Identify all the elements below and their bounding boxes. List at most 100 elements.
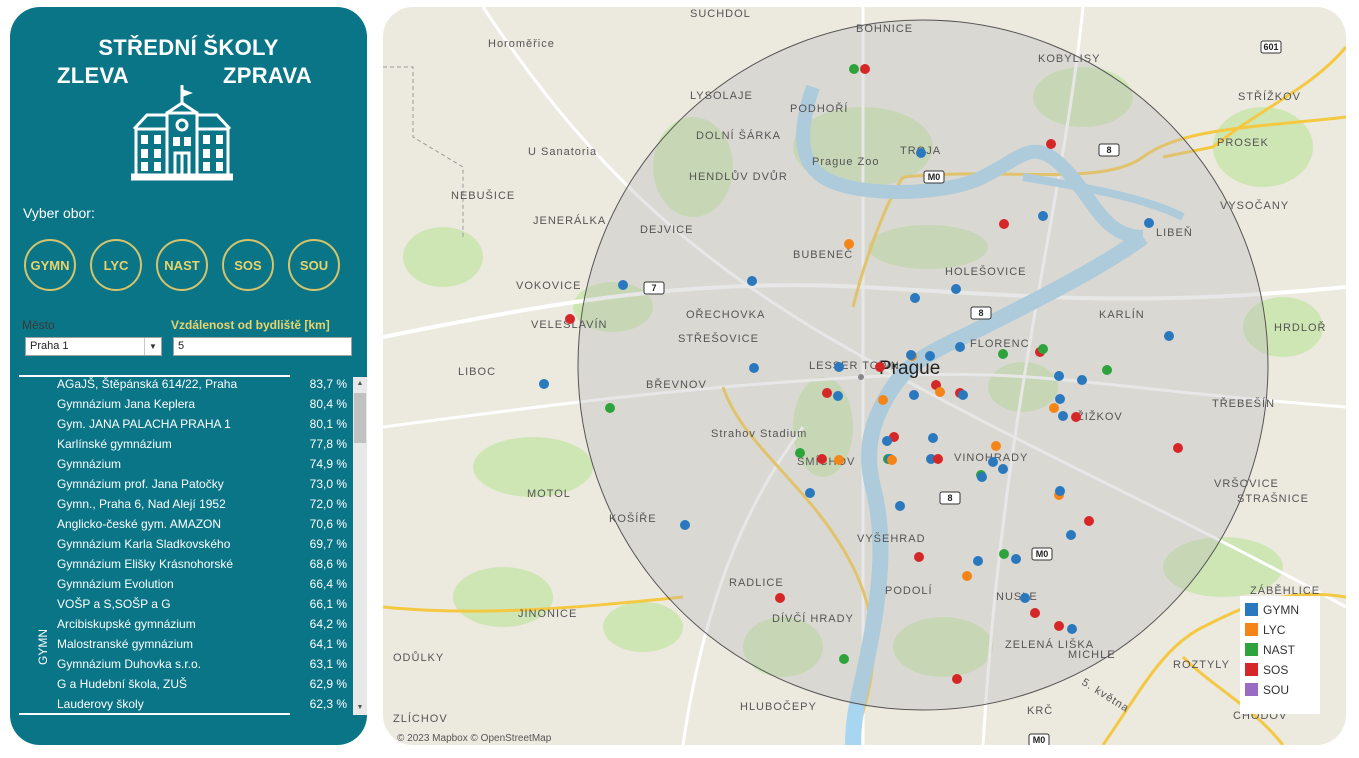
school-point-gymn[interactable] xyxy=(834,362,844,372)
school-point-gymn[interactable] xyxy=(1038,211,1048,221)
school-point-gymn[interactable] xyxy=(1164,331,1174,341)
school-point-gymn[interactable] xyxy=(1054,371,1064,381)
school-point-lyc[interactable] xyxy=(834,455,844,465)
school-point-gymn[interactable] xyxy=(749,363,759,373)
school-point-gymn[interactable] xyxy=(998,464,1008,474)
school-point-gymn[interactable] xyxy=(906,350,916,360)
map-attribution[interactable]: © 2023 Mapbox © OpenStreetMap xyxy=(397,733,551,744)
school-point-sos[interactable] xyxy=(860,64,870,74)
school-point-lyc[interactable] xyxy=(935,387,945,397)
school-point-gymn[interactable] xyxy=(1067,624,1077,634)
school-point-sos[interactable] xyxy=(1071,412,1081,422)
school-row[interactable]: Anglicko-české gym. AMAZON 70,6 % xyxy=(57,515,347,535)
school-point-sos[interactable] xyxy=(952,674,962,684)
filter-button-nast[interactable]: NAST xyxy=(156,239,208,291)
school-point-gymn[interactable] xyxy=(1011,554,1021,564)
scroll-up-icon[interactable]: ▲ xyxy=(353,377,367,391)
school-point-lyc[interactable] xyxy=(887,455,897,465)
school-point-gymn[interactable] xyxy=(618,280,628,290)
school-row[interactable]: Arcibiskupské gymnázium 64,2 % xyxy=(57,615,347,635)
scroll-down-icon[interactable]: ▼ xyxy=(353,701,367,715)
school-point-lyc[interactable] xyxy=(878,395,888,405)
school-point-sos[interactable] xyxy=(1054,621,1064,631)
filter-button-lyc[interactable]: LYC xyxy=(90,239,142,291)
school-point-sos[interactable] xyxy=(914,552,924,562)
school-row[interactable]: Malostranské gymnázium 64,1 % xyxy=(57,635,347,655)
school-point-nast[interactable] xyxy=(1038,344,1048,354)
school-row[interactable]: Karlínské gymnázium 77,8 % xyxy=(57,435,347,455)
school-point-sos[interactable] xyxy=(817,454,827,464)
school-point-sos[interactable] xyxy=(1173,443,1183,453)
school-point-nast[interactable] xyxy=(1102,365,1112,375)
school-point-gymn[interactable] xyxy=(955,342,965,352)
school-row[interactable]: Gymnázium Evolution 66,4 % xyxy=(57,575,347,595)
school-point-gymn[interactable] xyxy=(925,351,935,361)
school-point-gymn[interactable] xyxy=(539,379,549,389)
school-point-gymn[interactable] xyxy=(1055,486,1065,496)
list-scrollbar[interactable]: ▲ ▼ xyxy=(353,377,367,715)
school-point-gymn[interactable] xyxy=(895,501,905,511)
school-row[interactable]: Gymnázium prof. Jana Patočky 73,0 % xyxy=(57,475,347,495)
school-row[interactable]: Gymnázium Duhovka s.r.o. 63,1 % xyxy=(57,655,347,675)
school-point-gymn[interactable] xyxy=(1077,375,1087,385)
school-point-sos[interactable] xyxy=(775,593,785,603)
school-point-sos[interactable] xyxy=(1030,608,1040,618)
school-point-lyc[interactable] xyxy=(962,571,972,581)
school-point-lyc[interactable] xyxy=(844,239,854,249)
school-point-gymn[interactable] xyxy=(680,520,690,530)
school-point-sos[interactable] xyxy=(1046,139,1056,149)
school-point-sos[interactable] xyxy=(875,362,885,372)
school-point-gymn[interactable] xyxy=(1055,394,1065,404)
school-point-lyc[interactable] xyxy=(1049,403,1059,413)
school-point-gymn[interactable] xyxy=(909,390,919,400)
school-point-gymn[interactable] xyxy=(747,276,757,286)
school-point-gymn[interactable] xyxy=(910,293,920,303)
filter-button-sos[interactable]: SOS xyxy=(222,239,274,291)
school-point-nast[interactable] xyxy=(839,654,849,664)
school-row[interactable]: Gym. JANA PALACHA PRAHA 1 80,1 % xyxy=(57,415,347,435)
school-point-nast[interactable] xyxy=(999,549,1009,559)
school-point-nast[interactable] xyxy=(605,403,615,413)
school-row[interactable]: Gymnázium 74,9 % xyxy=(57,455,347,475)
school-point-gymn[interactable] xyxy=(973,556,983,566)
vzdalenost-input[interactable]: 5 xyxy=(173,337,352,356)
map-canvas[interactable]: SUCHDOL BOHNICE Horoměřice KOBYLISY LYSOLAJE… xyxy=(383,7,1346,745)
school-point-nast[interactable] xyxy=(795,448,805,458)
mesto-select[interactable]: Praha 1 ▼ xyxy=(25,337,162,356)
school-point-gymn[interactable] xyxy=(1144,218,1154,228)
school-row[interactable]: Gymnázium Elišky Krásnohorské 68,6 % xyxy=(57,555,347,575)
school-row[interactable]: Gymnázium Karla Sladkovského 69,7 % xyxy=(57,535,347,555)
scroll-thumb[interactable] xyxy=(354,393,366,443)
school-point-sos[interactable] xyxy=(1084,516,1094,526)
chevron-down-icon[interactable]: ▼ xyxy=(144,338,161,355)
school-percentage: 64,2 % xyxy=(309,617,347,631)
school-point-sos[interactable] xyxy=(565,314,575,324)
school-row[interactable]: Gymnázium Jana Keplera 80,4 % xyxy=(57,395,347,415)
school-point-gymn[interactable] xyxy=(882,436,892,446)
school-point-gymn[interactable] xyxy=(951,284,961,294)
school-point-gymn[interactable] xyxy=(1058,411,1068,421)
school-row[interactable]: Lauderovy školy 62,3 % xyxy=(57,695,347,715)
school-point-gymn[interactable] xyxy=(928,433,938,443)
map-view[interactable]: SUCHDOL BOHNICE Horoměřice KOBYLISY LYSOLAJE… xyxy=(383,7,1346,745)
school-point-gymn[interactable] xyxy=(916,148,926,158)
school-point-gymn[interactable] xyxy=(1020,593,1030,603)
school-point-gymn[interactable] xyxy=(958,390,968,400)
school-point-sos[interactable] xyxy=(999,219,1009,229)
school-point-sos[interactable] xyxy=(933,454,943,464)
school-point-gymn[interactable] xyxy=(988,457,998,467)
school-point-sos[interactable] xyxy=(822,388,832,398)
school-row[interactable]: AGaJŠ, Štěpánská 614/22, Praha 83,7 % xyxy=(57,375,347,395)
school-point-gymn[interactable] xyxy=(977,472,987,482)
school-point-gymn[interactable] xyxy=(805,488,815,498)
filter-button-sou[interactable]: SOU xyxy=(288,239,340,291)
school-point-nast[interactable] xyxy=(998,349,1008,359)
school-point-nast[interactable] xyxy=(849,64,859,74)
school-point-gymn[interactable] xyxy=(1066,530,1076,540)
school-point-lyc[interactable] xyxy=(991,441,1001,451)
filter-button-gymn[interactable]: GYMN xyxy=(24,239,76,291)
school-row[interactable]: Gymn., Praha 6, Nad Alejí 1952 72,0 % xyxy=(57,495,347,515)
school-row[interactable]: VOŠP a S,SOŠP a G 66,1 % xyxy=(57,595,347,615)
school-row[interactable]: G a Hudební škola, ZUŠ 62,9 % xyxy=(57,675,347,695)
school-point-gymn[interactable] xyxy=(833,391,843,401)
